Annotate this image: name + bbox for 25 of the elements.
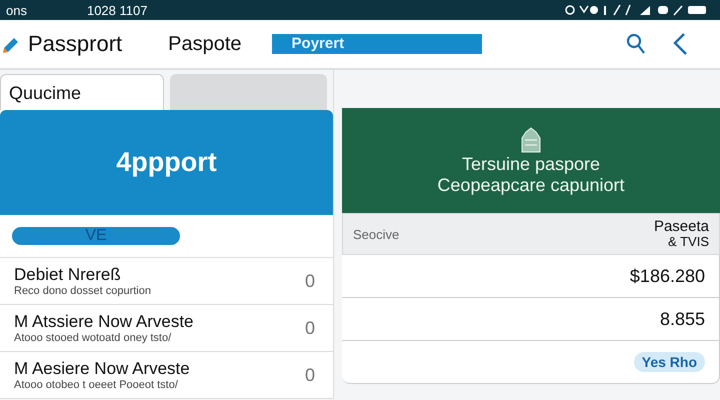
back-icon[interactable] xyxy=(672,32,688,56)
card-text: Tersuine paspore xyxy=(462,154,600,174)
list-item-title: M Aesiere Now Arveste xyxy=(14,359,191,379)
list-item-subtitle: Atooo otobeo t oeeet Pooeot tsto/ xyxy=(14,379,179,391)
summary-value: & TVIS xyxy=(668,235,709,249)
status-text: ons xyxy=(6,2,27,18)
status-badge: Yes Rho xyxy=(634,352,705,372)
item-count: 0 xyxy=(304,318,315,338)
list-item-title: M Atssiere Now Arveste xyxy=(14,312,195,332)
item-count: 0 xyxy=(304,364,315,386)
list-item-subtitle: Reco dono dosset copurtion xyxy=(14,285,152,297)
list-item-title: Debiet Nrereß xyxy=(14,265,122,285)
tab[interactable]: Quucime xyxy=(0,74,164,110)
summary-value: Paseeta xyxy=(654,219,709,236)
nav-link[interactable]: Paspote xyxy=(168,32,242,56)
app-title: Passprort xyxy=(28,31,122,57)
card-title: 4ppport xyxy=(116,147,217,178)
list-item-subtitle: Atooo stooed wotoatd oney tsto/ xyxy=(14,332,172,344)
item-count: 0 xyxy=(304,270,315,292)
summary-label: Seocive xyxy=(353,226,400,242)
amount-text: 8.855 xyxy=(660,308,705,330)
status-time: 1028 1107 xyxy=(86,2,148,18)
card-text: Ceopeapcare capuniort xyxy=(437,174,625,196)
amount-text: $186.280 xyxy=(630,266,705,286)
search-icon[interactable] xyxy=(626,33,646,55)
